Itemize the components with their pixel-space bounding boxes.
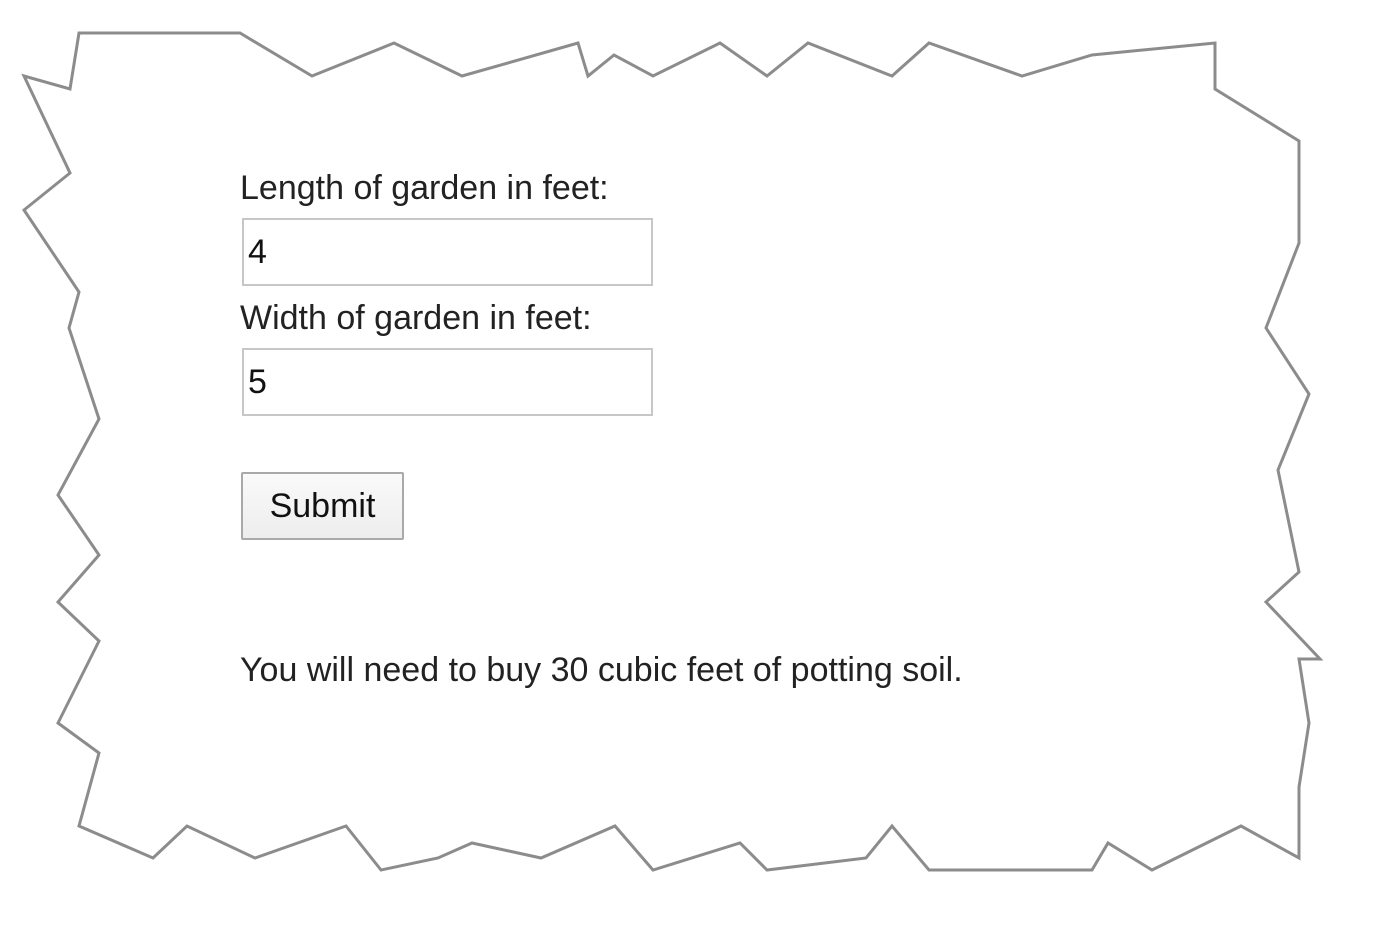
length-input[interactable] (242, 218, 653, 286)
result-message: You will need to buy 30 cubic feet of po… (240, 651, 963, 689)
field-spacer (240, 286, 940, 298)
garden-form: Length of garden in feet: Width of garde… (240, 168, 940, 540)
length-label: Length of garden in feet: (240, 169, 609, 207)
submit-button[interactable]: Submit (241, 472, 404, 540)
width-label: Width of garden in feet: (240, 299, 592, 337)
width-input[interactable] (242, 348, 653, 416)
